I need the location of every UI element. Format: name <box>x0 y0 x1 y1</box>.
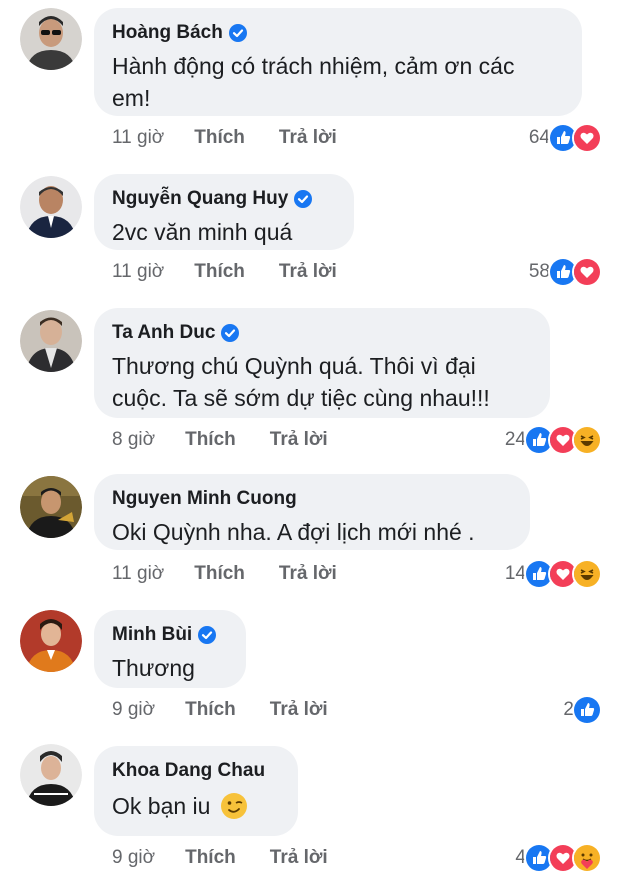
comment-actions: 9 giờ Thích Trả lời <box>112 844 328 872</box>
comment-actions: 8 giờ Thích Trả lời <box>112 426 328 454</box>
comment-bubble: Ta Anh Duc Thương chú Quỳnh quá. Thôi vì… <box>94 308 550 418</box>
wink-emoji-icon <box>220 792 248 820</box>
comment-bubble: Hoàng Bách Hành động có trách nhiệm, cảm… <box>94 8 582 116</box>
comment-actions: 11 giờ Thích Trả lời <box>112 124 337 152</box>
comment-actions: 11 giờ Thích Trả lời <box>112 258 337 286</box>
like-button[interactable]: Thích <box>185 429 236 451</box>
comment-actions: 9 giờ Thích Trả lời <box>112 696 328 724</box>
reaction-count: 64 <box>528 127 550 148</box>
commenter-name[interactable]: Hoàng Bách <box>112 22 223 44</box>
care-reaction-icon <box>572 843 602 873</box>
like-button[interactable]: Thích <box>194 261 245 283</box>
avatar[interactable] <box>20 310 82 372</box>
reaction-summary[interactable]: 64 <box>528 123 602 153</box>
comment-bubble: Nguyễn Quang Huy 2vc văn minh quá <box>94 174 354 250</box>
reaction-summary[interactable]: 4 <box>515 843 602 873</box>
timestamp[interactable]: 11 giờ <box>112 261 164 283</box>
commenter-name[interactable]: Nguyen Minh Cuong <box>112 488 297 510</box>
like-button[interactable]: Thích <box>194 563 245 585</box>
comment-actions: 11 giờ Thích Trả lời <box>112 560 337 588</box>
comment-bubble: Khoa Dang Chau Ok bạn iu <box>94 746 298 836</box>
avatar[interactable] <box>20 610 82 672</box>
reaction-summary[interactable]: 14 <box>504 559 602 589</box>
reply-button[interactable]: Trả lời <box>270 429 328 451</box>
reaction-summary[interactable]: 2 <box>563 695 602 725</box>
timestamp[interactable]: 11 giờ <box>112 127 164 149</box>
avatar[interactable] <box>20 744 82 806</box>
reaction-count: 14 <box>504 563 526 584</box>
verified-badge-icon <box>221 324 240 342</box>
reaction-summary[interactable]: 58 <box>528 257 602 287</box>
comment-text: 2vc văn minh quá <box>112 219 293 245</box>
haha-reaction-icon <box>572 559 602 589</box>
reply-button[interactable]: Trả lời <box>270 847 328 869</box>
love-reaction-icon <box>572 123 602 153</box>
comment-text: Hành động có trách nhiệm, cảm ơn các em! <box>112 53 515 111</box>
avatar[interactable] <box>20 176 82 238</box>
timestamp[interactable]: 9 giờ <box>112 699 155 721</box>
reply-button[interactable]: Trả lời <box>279 261 337 283</box>
commenter-name[interactable]: Khoa Dang Chau <box>112 760 265 782</box>
comment-text: Oki Quỳnh nha. A đợi lịch mới nhé . <box>112 519 475 545</box>
avatar[interactable] <box>20 476 82 538</box>
verified-badge-icon <box>198 626 217 644</box>
reaction-summary[interactable]: 24 <box>504 425 602 455</box>
like-button[interactable]: Thích <box>194 127 245 149</box>
comment-text: Thương chú Quỳnh quá. Thôi vì đại cuộc. … <box>112 353 490 411</box>
reply-button[interactable]: Trả lời <box>279 563 337 585</box>
love-reaction-icon <box>572 257 602 287</box>
comment-bubble: Minh Bùi Thương <box>94 610 246 688</box>
commenter-name[interactable]: Nguyễn Quang Huy <box>112 188 288 210</box>
commenter-name[interactable]: Minh Bùi <box>112 624 192 646</box>
comment-bubble: Nguyen Minh Cuong Oki Quỳnh nha. A đợi l… <box>94 474 530 550</box>
timestamp[interactable]: 11 giờ <box>112 563 164 585</box>
reaction-count: 58 <box>528 261 550 282</box>
like-button[interactable]: Thích <box>185 699 236 721</box>
haha-reaction-icon <box>572 425 602 455</box>
reply-button[interactable]: Trả lời <box>279 127 337 149</box>
timestamp[interactable]: 8 giờ <box>112 429 155 451</box>
verified-badge-icon <box>228 24 247 42</box>
commenter-name[interactable]: Ta Anh Duc <box>112 322 215 344</box>
comment-text: Ok bạn iu <box>112 790 280 822</box>
comment-text: Thương <box>112 655 195 681</box>
verified-badge-icon <box>294 190 313 208</box>
avatar[interactable] <box>20 8 82 70</box>
like-reaction-icon <box>572 695 602 725</box>
reply-button[interactable]: Trả lời <box>270 699 328 721</box>
reaction-count: 24 <box>504 429 526 450</box>
timestamp[interactable]: 9 giờ <box>112 847 155 869</box>
like-button[interactable]: Thích <box>185 847 236 869</box>
